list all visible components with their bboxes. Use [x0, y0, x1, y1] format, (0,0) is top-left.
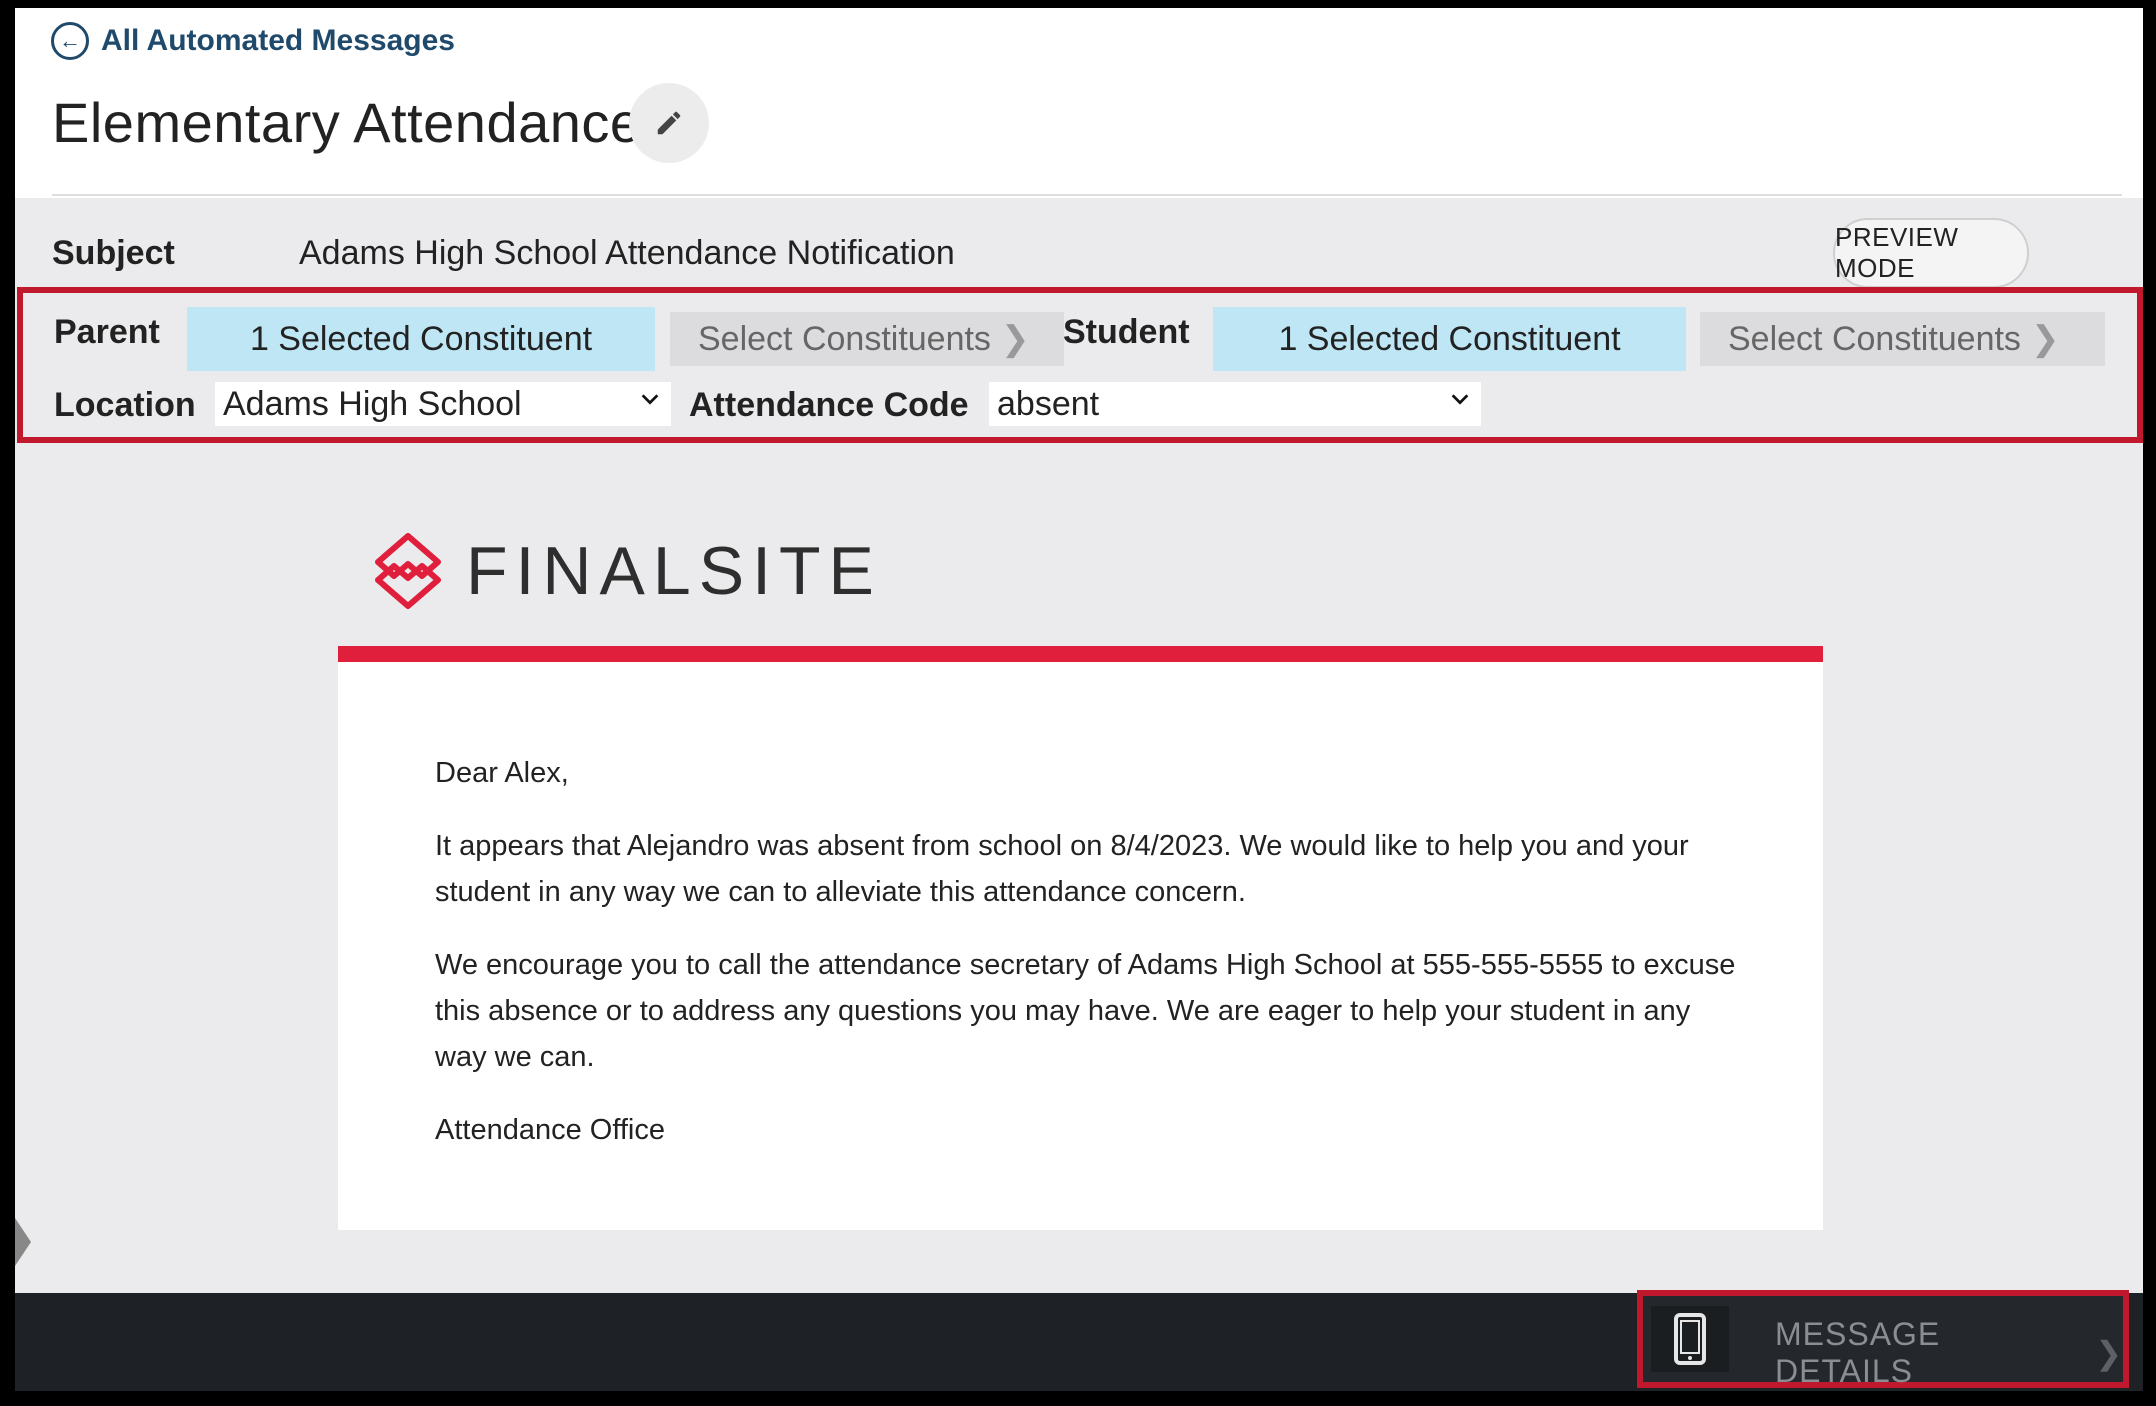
- email-signature: Attendance Office: [435, 1114, 666, 1146]
- back-link[interactable]: ← All Automated Messages: [51, 22, 455, 60]
- email-paragraph-2: We encourage you to call the attendance …: [435, 949, 1736, 1073]
- email-preview-card: Dear Alex, It appears that Alejandro was…: [338, 662, 1823, 1230]
- back-arrow-circle-icon: ←: [51, 22, 89, 60]
- recipient-filter-panel: Parent 1 Selected Constituent Select Con…: [17, 287, 2143, 443]
- student-selected-chip[interactable]: 1 Selected Constituent: [1213, 307, 1686, 371]
- parent-select-constituents-button[interactable]: Select Constituents ❯: [670, 312, 1064, 366]
- subject-label: Subject: [52, 234, 175, 272]
- chevron-right-icon: ❯: [2095, 1335, 2123, 1371]
- message-details-label: MESSAGE DETAILS: [1775, 1316, 1941, 1389]
- subject-value: Adams High School Attendance Notificatio…: [299, 234, 955, 272]
- logo-text: FINALSITE: [466, 533, 882, 609]
- edit-title-button[interactable]: [629, 83, 709, 163]
- parent-label: Parent: [54, 313, 160, 351]
- parent-select-label: Select Constituents: [698, 319, 991, 358]
- location-value: Adams High School: [223, 384, 522, 423]
- preview-mode-button[interactable]: PREVIEW MODE: [1833, 218, 2029, 288]
- chevron-down-icon: [1451, 394, 1469, 405]
- attendance-code-select[interactable]: absent: [989, 382, 1481, 426]
- location-select[interactable]: Adams High School: [215, 382, 671, 426]
- mobile-preview-button[interactable]: [1651, 1306, 1729, 1372]
- back-link-label: All Automated Messages: [101, 24, 455, 57]
- attendance-code-value: absent: [997, 384, 1100, 423]
- chevron-right-icon: ❯: [1000, 320, 1030, 358]
- mobile-phone-icon: [1674, 1313, 1706, 1365]
- message-details-button[interactable]: MESSAGE DETAILS ❯: [1637, 1290, 2129, 1390]
- attendance-code-label: Attendance Code: [689, 386, 969, 424]
- student-label: Student: [1063, 313, 1190, 351]
- header-divider: [52, 194, 2122, 196]
- parent-selected-chip[interactable]: 1 Selected Constituent: [187, 307, 655, 371]
- email-body: Dear Alex, It appears that Alejandro was…: [435, 750, 1745, 1180]
- email-paragraph-1: It appears that Alejandro was absent fro…: [435, 830, 1689, 908]
- student-select-constituents-button[interactable]: Select Constituents ❯: [1700, 312, 2105, 366]
- finalsite-logo-icon: [375, 533, 441, 609]
- pencil-icon: [657, 111, 681, 135]
- finalsite-logo: FINALSITE: [372, 532, 882, 610]
- app-frame: ← All Automated Messages Elementary Atte…: [15, 8, 2143, 1391]
- page-title: Elementary Attendance: [52, 91, 642, 154]
- email-greeting: Dear Alex,: [435, 757, 569, 789]
- chevron-down-icon: [641, 394, 659, 405]
- student-select-label: Select Constituents: [1728, 319, 2021, 358]
- header: ← All Automated Messages Elementary Atte…: [15, 8, 2143, 198]
- message-details-label-wrap: MESSAGE DETAILS ❯: [1775, 1316, 2123, 1390]
- side-panel-toggle[interactable]: [15, 1218, 31, 1266]
- location-label: Location: [54, 386, 196, 424]
- chevron-right-icon: ❯: [2030, 320, 2060, 358]
- email-accent-bar: [338, 646, 1823, 662]
